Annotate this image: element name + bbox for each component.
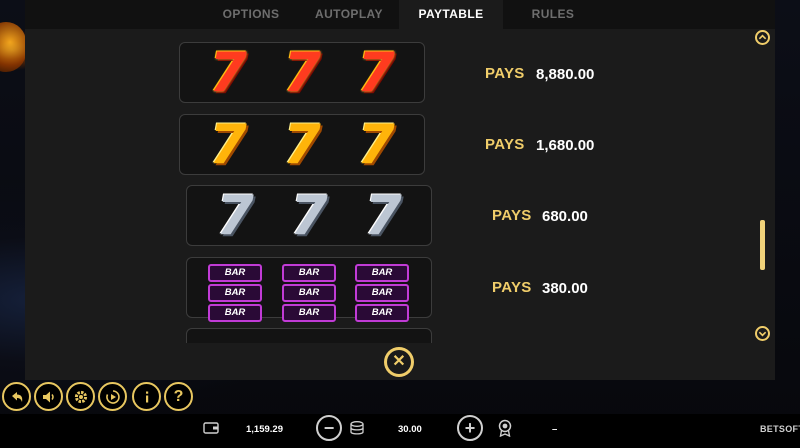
wallet-icon (203, 422, 219, 434)
silver-seven-symbol: 7 (216, 184, 254, 247)
autoplay-icon (105, 389, 120, 404)
win-value: – (552, 424, 558, 435)
settings-gear-icon (74, 390, 87, 403)
gold-seven-symbol: 7 (209, 113, 247, 176)
paytable-row-triple-bars: BAR BAR BAR BAR BAR BAR BAR BAR BAR (186, 257, 432, 322)
close-paytable-button[interactable]: ✕ (384, 347, 414, 377)
pays-amount: 1,680.00 (536, 137, 595, 154)
pays-label: PAYS (492, 279, 532, 296)
silver-seven-symbol: 7 (290, 184, 328, 247)
paytable-row-silver-sevens: 7 7 7 (186, 185, 432, 246)
bar-label: BAR (208, 304, 262, 322)
increase-bet-button[interactable]: + (457, 415, 483, 441)
paytable-panel: OPTIONS AUTOPLAY PAYTABLE RULES 7 7 7 PA… (25, 0, 775, 380)
pays-label: PAYS (492, 207, 532, 224)
fire-seven-symbol: 7 (209, 41, 247, 104)
chevron-down-icon[interactable] (755, 326, 770, 341)
autoplay-button[interactable] (98, 382, 127, 411)
fire-seven-symbol: 7 (283, 41, 321, 104)
pays-amount: 8,880.00 (536, 66, 595, 83)
triple-bar-symbol: BAR BAR BAR (355, 264, 409, 324)
gold-seven-symbol: 7 (357, 113, 395, 176)
coin-stack-icon (350, 421, 364, 435)
sound-icon (42, 391, 54, 402)
fire-seven-symbol: 7 (357, 41, 395, 104)
paytable-row-next (186, 328, 432, 343)
pays-label: PAYS (485, 65, 525, 82)
tab-options[interactable]: OPTIONS (203, 0, 299, 29)
info-button[interactable] (132, 382, 161, 411)
back-arrow-icon (11, 391, 22, 402)
bar-label: BAR (282, 264, 336, 282)
paytable-row-gold-sevens: 7 7 7 (179, 114, 425, 175)
bar-label: BAR (355, 304, 409, 322)
info-icon (145, 391, 148, 402)
balance-value: 1,159.29 (246, 424, 283, 435)
bar-label: BAR (208, 284, 262, 302)
decrease-bet-button[interactable]: − (316, 415, 342, 441)
menu-tabs: OPTIONS AUTOPLAY PAYTABLE RULES (25, 0, 775, 29)
provider-logo: BETSOFT (760, 424, 800, 434)
pays-amount: 380.00 (542, 280, 588, 297)
help-question-icon: ? (173, 387, 184, 405)
pays-label: PAYS (485, 136, 525, 153)
settings-button[interactable] (66, 382, 95, 411)
bar-label: BAR (282, 284, 336, 302)
game-logo-emblem (0, 22, 26, 72)
bar-label: BAR (355, 264, 409, 282)
tab-rules[interactable]: RULES (505, 0, 601, 29)
bar-label: BAR (355, 284, 409, 302)
scrollbar-thumb[interactable] (760, 220, 765, 270)
paytable-content[interactable]: 7 7 7 PAYS 8,880.00 7 7 7 PAYS 1,680.00 … (25, 29, 775, 343)
close-x-icon: ✕ (387, 350, 411, 374)
sound-button[interactable] (34, 382, 63, 411)
gold-seven-symbol: 7 (283, 113, 321, 176)
tab-paytable[interactable]: PAYTABLE (399, 0, 503, 29)
help-button[interactable]: ? (164, 382, 193, 411)
tab-autoplay[interactable]: AUTOPLAY (301, 0, 397, 29)
pays-amount: 680.00 (542, 208, 588, 225)
silver-seven-symbol: 7 (364, 184, 402, 247)
triple-bar-symbol: BAR BAR BAR (282, 264, 336, 324)
back-button[interactable] (2, 382, 31, 411)
bar-label: BAR (208, 264, 262, 282)
triple-bar-symbol: BAR BAR BAR (208, 264, 262, 324)
trophy-icon (498, 419, 512, 437)
bet-value: 30.00 (398, 424, 422, 435)
bar-label: BAR (282, 304, 336, 322)
chevron-up-icon[interactable] (755, 30, 770, 45)
paytable-row-fire-sevens: 7 7 7 (179, 42, 425, 103)
